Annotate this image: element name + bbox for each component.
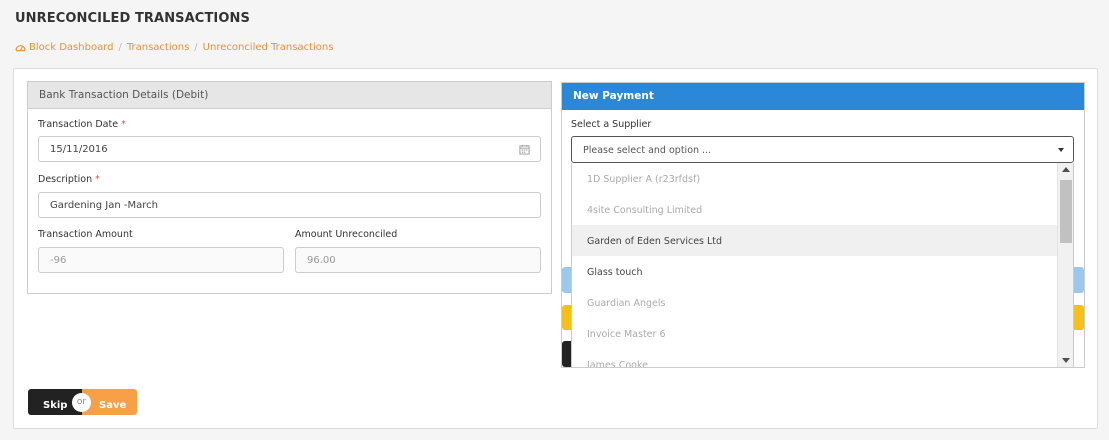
transaction-amount-label: Transaction Amount [38,229,133,240]
breadcrumb: Block Dashboard / Transactions / Unrecon… [15,42,333,53]
supplier-label: Select a Supplier [571,119,652,130]
page-title: UNRECONCILED TRANSACTIONS [15,11,250,26]
blue-button-edge[interactable] [1074,267,1084,293]
supplier-placeholder: Please select and option ... [583,145,712,156]
supplier-option: James Cooke [587,360,648,368]
breadcrumb-separator: / [118,42,122,53]
scroll-down-icon[interactable] [1062,358,1070,363]
yellow-button-edge[interactable] [1074,305,1084,330]
calendar-icon[interactable] [519,144,530,155]
supplier-option[interactable]: Garden of Eden Services Ltd [572,225,1058,256]
dropdown-scrollbar[interactable] [1057,163,1073,367]
bank-panel-title: Bank Transaction Details (Debit) [28,82,551,109]
description-label: Description * [38,174,100,185]
supplier-option: Guardian Angels [587,298,666,309]
supplier-option: 1D Supplier A (r23rfdsf) [587,174,701,185]
or-badge: or [72,393,91,412]
new-payment-title: New Payment [562,83,1084,110]
amount-unreconciled-field: 96.00 [295,247,541,273]
supplier-option: 4site Consulting Limited [587,205,703,216]
supplier-option[interactable]: Glass touch [572,256,1058,287]
transaction-amount-field: -96 [38,247,284,273]
transaction-date-label: Transaction Date * [38,119,126,130]
transaction-date-input[interactable]: 15/11/2016 [38,136,541,162]
breadcrumb-unreconciled: Unreconciled Transactions [202,42,334,53]
amount-unreconciled-label: Amount Unreconciled [295,229,398,240]
chevron-down-icon[interactable] [1058,148,1064,152]
breadcrumb-transactions[interactable]: Transactions [127,42,189,53]
breadcrumb-block-dashboard[interactable]: Block Dashboard [29,42,113,53]
supplier-options-list: 1D Supplier A (r23rfdsf) 4site Consultin… [572,163,1058,368]
supplier-dropdown[interactable]: 1D Supplier A (r23rfdsf) 4site Consultin… [571,163,1074,368]
scrollbar-thumb[interactable] [1060,180,1072,243]
scroll-up-icon[interactable] [1062,167,1070,172]
breadcrumb-separator: / [194,42,198,53]
supplier-option: Invoice Master 6 [587,329,666,340]
dashboard-icon [15,45,26,52]
description-input[interactable]: Gardening Jan -March [38,192,541,218]
supplier-select[interactable]: Please select and option ... [571,136,1074,163]
